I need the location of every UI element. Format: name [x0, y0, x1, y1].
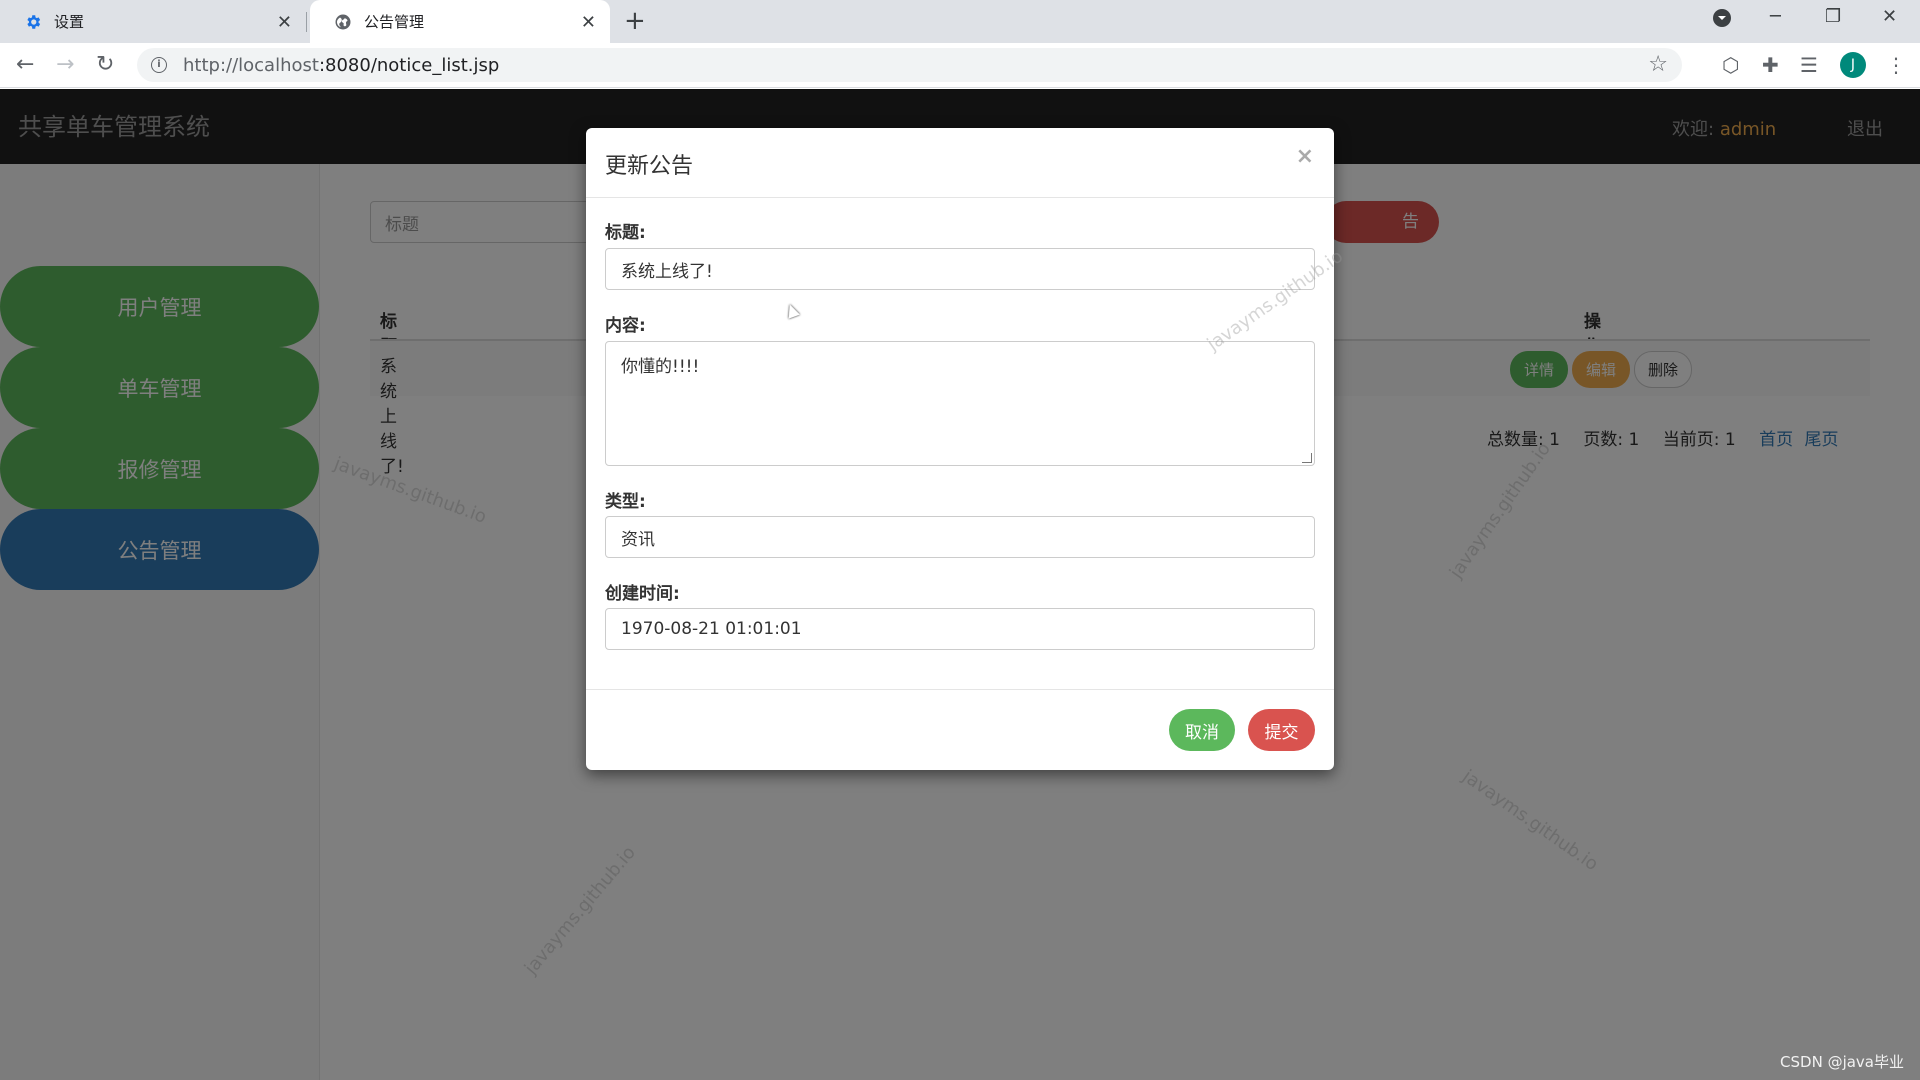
- profile-avatar[interactable]: J: [1840, 52, 1866, 78]
- close-icon[interactable]: ✕: [277, 12, 292, 33]
- url-path: :8080/notice_list.jsp: [318, 54, 500, 76]
- close-icon[interactable]: ×: [1296, 144, 1314, 169]
- close-window-icon[interactable]: ✕: [1882, 6, 1897, 27]
- reading-list-icon[interactable]: ☰: [1800, 53, 1818, 77]
- forward-arrow-icon[interactable]: →: [56, 52, 74, 78]
- tab-divider: [306, 12, 307, 32]
- resize-handle-icon[interactable]: [1302, 453, 1312, 463]
- site-info-icon[interactable]: i: [151, 57, 167, 73]
- content-text: 你懂的!!!!: [621, 357, 700, 377]
- new-tab-button[interactable]: +: [624, 6, 646, 36]
- modal-header: 更新公告 ×: [586, 128, 1334, 198]
- tab-search-icon[interactable]: [1712, 8, 1732, 33]
- submit-button[interactable]: 提交: [1248, 709, 1315, 751]
- update-notice-dialog: 更新公告 × 标题: 系统上线了! 内容: 你懂的!!!! 类型: 资讯 创建时…: [586, 128, 1334, 770]
- more-menu-icon[interactable]: ⋮: [1886, 53, 1906, 77]
- url-host: http://localhost: [183, 54, 319, 76]
- type-input[interactable]: 资讯: [605, 516, 1315, 558]
- restore-icon[interactable]: ❐: [1825, 6, 1841, 27]
- extension-icon[interactable]: ⬡: [1722, 53, 1739, 77]
- gear-icon: [27, 14, 41, 29]
- content-label: 内容:: [605, 316, 646, 336]
- reload-icon[interactable]: ↻: [96, 52, 114, 78]
- type-label: 类型:: [605, 492, 646, 512]
- tab-label: 设置: [54, 13, 85, 31]
- browser-tabstrip: 设置 ✕ 公告管理 ✕ + ─ ❐ ✕: [0, 0, 1920, 43]
- tab-settings[interactable]: 设置 ✕: [0, 0, 306, 43]
- cancel-button[interactable]: 取消: [1169, 709, 1235, 751]
- tab-label: 公告管理: [364, 13, 425, 31]
- content-textarea[interactable]: 你懂的!!!!: [605, 341, 1315, 466]
- tab-notice-management[interactable]: 公告管理 ✕: [310, 0, 610, 43]
- bookmark-star-icon[interactable]: ☆: [1648, 52, 1668, 77]
- title-input[interactable]: 系统上线了!: [605, 248, 1315, 290]
- created-time-input[interactable]: 1970-08-21 01:01:01: [605, 608, 1315, 650]
- minimize-icon[interactable]: ─: [1770, 6, 1781, 27]
- back-arrow-icon[interactable]: ←: [16, 52, 34, 78]
- modal-title: 更新公告: [605, 154, 694, 179]
- browser-toolbar: ← → ↻ i http://localhost:8080/notice_lis…: [0, 43, 1920, 88]
- footer-credit: CSDN @java毕业: [1780, 1053, 1904, 1071]
- globe-icon: [335, 14, 351, 29]
- created-time-label: 创建时间:: [605, 584, 680, 604]
- address-bar[interactable]: i http://localhost:8080/notice_list.jsp …: [137, 48, 1682, 82]
- modal-footer-divider: [586, 689, 1334, 690]
- close-icon[interactable]: ✕: [581, 12, 596, 33]
- title-label: 标题:: [605, 223, 646, 243]
- puzzle-icon[interactable]: ✚: [1762, 53, 1779, 77]
